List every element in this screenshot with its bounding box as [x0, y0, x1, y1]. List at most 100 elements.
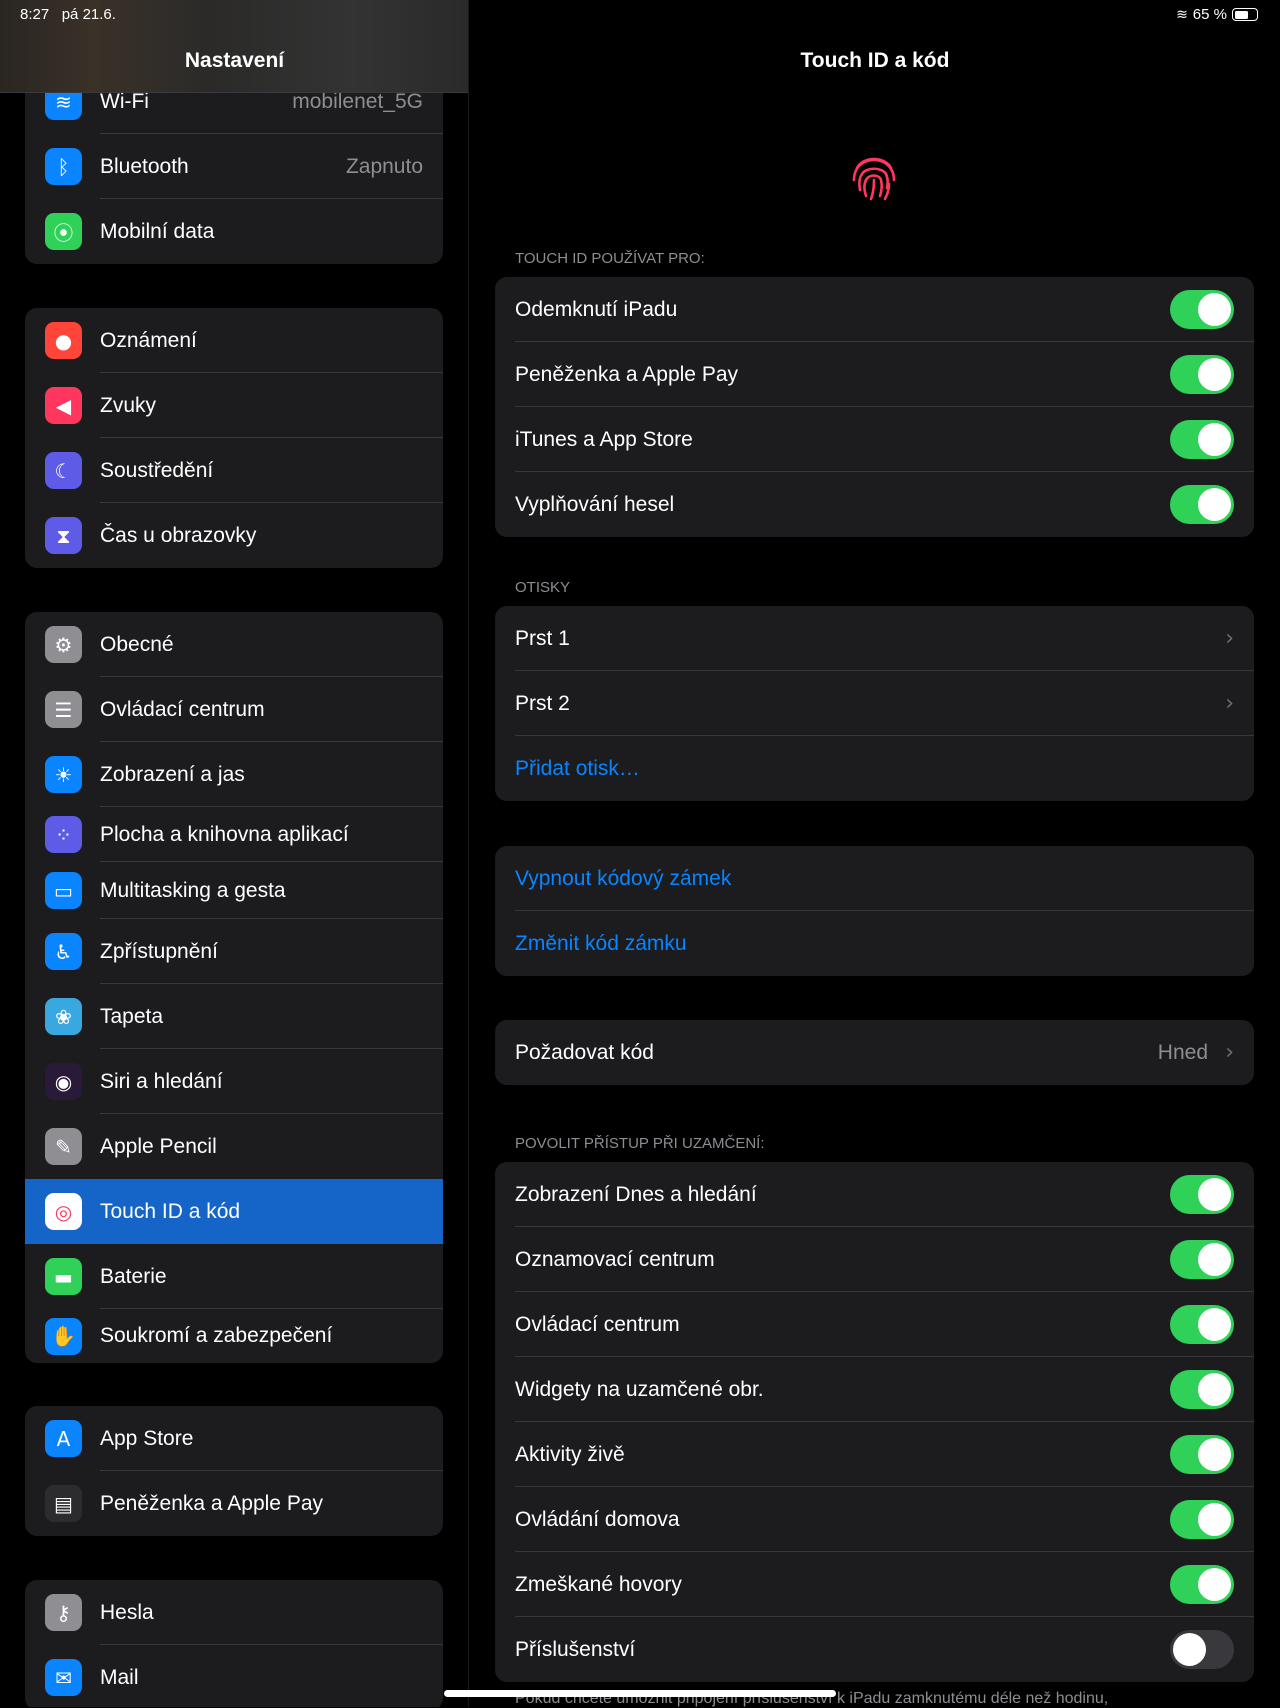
- toggle-switch[interactable]: [1170, 1240, 1234, 1279]
- sidebar-item-label: Oznámení: [100, 328, 197, 352]
- toggle-switch[interactable]: [1170, 1305, 1234, 1344]
- toggle-row[interactable]: Ovládací centrum: [495, 1292, 1254, 1357]
- sidebar-item-label: Mail: [100, 1665, 139, 1689]
- toggle-row[interactable]: Widgety na uzamčené obr.: [495, 1357, 1254, 1422]
- sidebar-item-obecne[interactable]: ⚙ Obecné: [25, 612, 443, 677]
- row-label: Zmeškané hovory: [515, 1572, 682, 1596]
- sidebar-item-soukromi-a-zabezpeceni[interactable]: ✋ Soukromí a zabezpečení: [25, 1309, 443, 1363]
- link-row[interactable]: Přidat otisk…: [495, 736, 1254, 801]
- switches-icon: ☰: [45, 691, 82, 728]
- sidebar-item-label: Mobilní data: [100, 219, 215, 243]
- battery-icon: ▬: [45, 1258, 82, 1295]
- multitasking-icon: ▭: [45, 872, 82, 909]
- sidebar-item-zpristupneni[interactable]: ♿ Zpřístupnění: [25, 919, 443, 984]
- settings-section: Odemknutí iPadu Peněženka a Apple Pay iTun…: [495, 277, 1254, 537]
- wallet-icon: ▤: [45, 1485, 82, 1522]
- row-label: Změnit kód zámku: [515, 931, 687, 955]
- link-row[interactable]: Vypnout kódový zámek: [495, 846, 1254, 911]
- toggle-knob: [1198, 358, 1231, 391]
- mail-icon: ✉: [45, 1659, 82, 1696]
- toggle-switch[interactable]: [1170, 290, 1234, 329]
- toggle-switch[interactable]: [1170, 1370, 1234, 1409]
- toggle-knob: [1198, 1568, 1231, 1601]
- settings-group: ● Oznámení ◀ Zvuky ☾ Soustředění ⧗ Čas u ob…: [25, 308, 443, 568]
- toggle-row[interactable]: Peněženka a Apple Pay: [495, 342, 1254, 407]
- sidebar-item-mail[interactable]: ✉ Mail: [25, 1645, 443, 1707]
- toggle-knob: [1198, 1308, 1231, 1341]
- sidebar-item-app-store[interactable]: A App Store: [25, 1406, 443, 1471]
- toggle-row[interactable]: Odemknutí iPadu: [495, 277, 1254, 342]
- chevron-right-icon: ›: [1225, 1040, 1234, 1065]
- fingerprint-icon: ◎: [45, 1193, 82, 1230]
- toggle-knob: [1198, 488, 1231, 521]
- link-row[interactable]: Změnit kód zámku: [495, 911, 1254, 976]
- list-item[interactable]: Požadovat kód Hned ›: [495, 1020, 1254, 1085]
- toggle-row[interactable]: Příslušenství: [495, 1617, 1254, 1682]
- sidebar-item-cas-u-obrazovky[interactable]: ⧗ Čas u obrazovky: [25, 503, 443, 568]
- toggle-row[interactable]: Aktivity živě: [495, 1422, 1254, 1487]
- sidebar-item-label: Baterie: [100, 1264, 167, 1288]
- sidebar-item-touch-id-a-kod[interactable]: ◎ Touch ID a kód: [25, 1179, 443, 1244]
- toggle-row[interactable]: iTunes a App Store: [495, 407, 1254, 472]
- sidebar-item-plocha-a-knihovna-aplikaci[interactable]: ⁘ Plocha a knihovna aplikací: [25, 807, 443, 862]
- toggle-row[interactable]: Zmeškané hovory: [495, 1552, 1254, 1617]
- toggle-knob: [1173, 1633, 1206, 1666]
- row-label: Přidat otisk…: [515, 756, 640, 780]
- sidebar-item-mobilni-data[interactable]: ⦿ Mobilní data: [25, 199, 443, 264]
- list-item[interactable]: Prst 2 ›: [495, 671, 1254, 736]
- toggle-switch[interactable]: [1170, 485, 1234, 524]
- moon-icon: ☾: [45, 452, 82, 489]
- settings-group: ⚙ Obecné ☰ Ovládací centrum ☀ Zobrazení a …: [25, 612, 443, 1363]
- toggle-switch[interactable]: [1170, 1500, 1234, 1539]
- toggle-switch[interactable]: [1170, 1630, 1234, 1669]
- sidebar-item-hesla[interactable]: ⚷ Hesla: [25, 1580, 443, 1645]
- sidebar-header: 8:27 pá 21.6. Nastavení: [0, 0, 468, 93]
- sidebar-item-zvuky[interactable]: ◀ Zvuky: [25, 373, 443, 438]
- home-indicator[interactable]: [444, 1690, 836, 1697]
- sidebar-item-penezenka-a-apple-pay[interactable]: ▤ Peněženka a Apple Pay: [25, 1471, 443, 1536]
- row-label: Odemknutí iPadu: [515, 297, 678, 321]
- toggle-row[interactable]: Oznamovací centrum: [495, 1227, 1254, 1292]
- toggle-knob: [1198, 1178, 1231, 1211]
- settings-section: Požadovat kód Hned ›: [495, 1020, 1254, 1085]
- sidebar-item-zobrazeni-a-jas[interactable]: ☀ Zobrazení a jas: [25, 742, 443, 807]
- toggle-knob: [1198, 1438, 1231, 1471]
- sidebar-item-label: Siri a hledání: [100, 1069, 223, 1093]
- sidebar-item-multitasking-a-gesta[interactable]: ▭ Multitasking a gesta: [25, 862, 443, 919]
- row-label: Widgety na uzamčené obr.: [515, 1377, 764, 1401]
- sidebar-item-label: Soukromí a zabezpečení: [100, 1324, 333, 1347]
- toggle-switch[interactable]: [1170, 1565, 1234, 1604]
- sidebar-item-label: Čas u obrazovky: [100, 523, 257, 547]
- sidebar-item-ovladaci-centrum[interactable]: ☰ Ovládací centrum: [25, 677, 443, 742]
- sidebar-item-tapeta[interactable]: ❀ Tapeta: [25, 984, 443, 1049]
- toggle-switch[interactable]: [1170, 1435, 1234, 1474]
- list-item[interactable]: Prst 1 ›: [495, 606, 1254, 671]
- toggle-switch[interactable]: [1170, 1175, 1234, 1214]
- sidebar-item-oznameni[interactable]: ● Oznámení: [25, 308, 443, 373]
- gear-icon: ⚙: [45, 626, 82, 663]
- sidebar-item-label: Wi-Fi: [100, 89, 149, 113]
- sidebar-item-label: App Store: [100, 1426, 194, 1450]
- settings-group: A App Store ▤ Peněženka a Apple Pay: [25, 1406, 443, 1536]
- status-time-date: 8:27 pá 21.6.: [20, 6, 116, 23]
- toggle-row[interactable]: Ovládání domova: [495, 1487, 1254, 1552]
- sidebar-item-bluetooth[interactable]: ᛒ Bluetooth Zapnuto: [25, 134, 443, 199]
- toggle-switch[interactable]: [1170, 420, 1234, 459]
- row-label: Požadovat kód: [515, 1040, 654, 1064]
- sidebar: 8:27 pá 21.6. Nastavení ≋ Wi-Fi mobilenet…: [0, 0, 469, 1707]
- toggle-row[interactable]: Vyplňování hesel: [495, 472, 1254, 537]
- sidebar-item-apple-pencil[interactable]: ✎ Apple Pencil: [25, 1114, 443, 1179]
- sidebar-item-label: Zvuky: [100, 393, 157, 417]
- row-label: Příslušenství: [515, 1637, 636, 1661]
- sidebar-item-baterie[interactable]: ▬ Baterie: [25, 1244, 443, 1309]
- sidebar-item-soustredeni[interactable]: ☾ Soustředění: [25, 438, 443, 503]
- sidebar-item-value: Zapnuto: [345, 154, 423, 178]
- toggle-row[interactable]: Zobrazení Dnes a hledání: [495, 1162, 1254, 1227]
- sun-icon: ☀: [45, 756, 82, 793]
- row-label: Zobrazení Dnes a hledání: [515, 1182, 757, 1206]
- toggle-switch[interactable]: [1170, 355, 1234, 394]
- sidebar-item-label: Peněženka a Apple Pay: [100, 1491, 324, 1515]
- sidebar-item-label: Zpřístupnění: [100, 939, 218, 963]
- sidebar-item-siri-a-hledani[interactable]: ◉ Siri a hledání: [25, 1049, 443, 1114]
- sidebar-item-label: Ovládací centrum: [100, 697, 265, 721]
